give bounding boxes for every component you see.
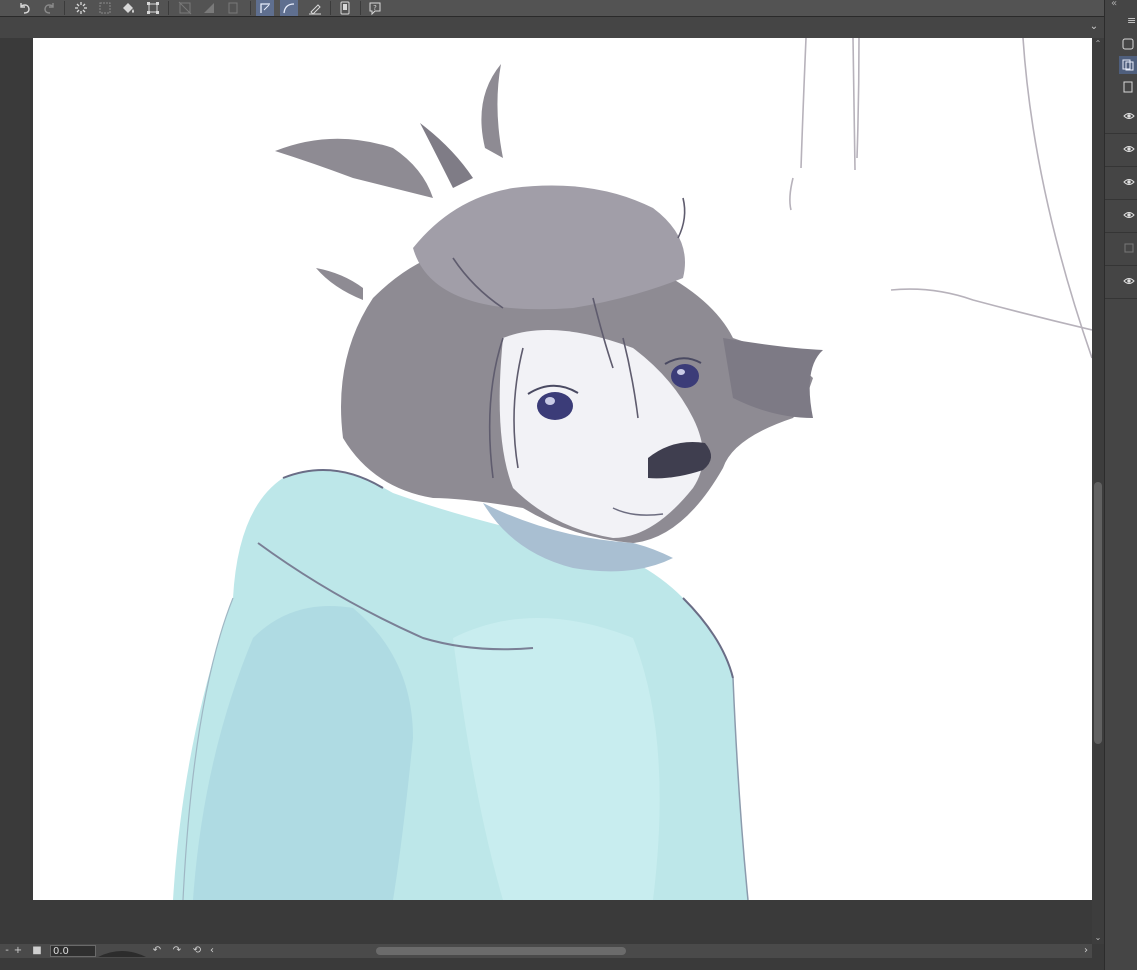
curve-snap-icon[interactable]: [280, 0, 298, 16]
character-illustration: [173, 38, 1092, 900]
layer-row[interactable]: [1105, 134, 1137, 167]
undo-icon[interactable]: [16, 0, 34, 16]
transform-icon[interactable]: [144, 0, 162, 16]
horizontal-scrollbar[interactable]: [220, 946, 1080, 956]
eye-icon[interactable]: [1123, 210, 1135, 220]
layer-row[interactable]: [1105, 266, 1137, 299]
navigator-status-bar: - + ■ 0.0 ↶ ↷ ⟲ ‹ ›: [0, 944, 1092, 958]
zoom-slider[interactable]: [98, 945, 146, 957]
scroll-right-icon[interactable]: ›: [1080, 944, 1092, 958]
chevron-down-icon[interactable]: ⌄: [1088, 20, 1100, 34]
zoom-in-button[interactable]: +: [12, 944, 24, 958]
command-bar: ?: [0, 0, 1104, 17]
stop-button[interactable]: ■: [30, 944, 44, 958]
canvas-viewport[interactable]: [0, 38, 1092, 944]
canvas-tab-bar: ⌄: [0, 17, 1104, 38]
layer-copy-icon[interactable]: [1119, 56, 1137, 74]
scroll-left-icon[interactable]: ‹: [206, 944, 218, 958]
device-icon[interactable]: [336, 0, 354, 16]
redo-icon[interactable]: [40, 0, 58, 16]
ruler-snap-icon[interactable]: [256, 0, 274, 16]
bottom-strip: [0, 958, 1104, 970]
eye-icon[interactable]: [1123, 276, 1135, 286]
help-icon[interactable]: ?: [366, 0, 384, 16]
hidden-eye-icon[interactable]: [1123, 243, 1135, 253]
eye-icon[interactable]: [1123, 177, 1135, 187]
eye-icon[interactable]: [1123, 111, 1135, 121]
selection-clear-icon[interactable]: [96, 0, 114, 16]
layer-row[interactable]: [1105, 167, 1137, 200]
drawing-canvas[interactable]: [33, 38, 1092, 900]
layer-panel: « ≡: [1104, 0, 1137, 970]
pen-icon[interactable]: [306, 0, 324, 16]
rotation-field[interactable]: 0.0: [50, 945, 96, 957]
rotate-left-button[interactable]: ↶: [150, 944, 164, 958]
reset-rotation-button[interactable]: ⟲: [190, 944, 204, 958]
fill-icon[interactable]: [120, 0, 138, 16]
layer-icon[interactable]: [224, 0, 242, 16]
layer-row[interactable]: [1105, 101, 1137, 134]
crop-icon[interactable]: [176, 0, 194, 16]
layer-row[interactable]: [1105, 200, 1137, 233]
mask-icon[interactable]: [200, 0, 218, 16]
layer-row[interactable]: [1105, 233, 1137, 266]
zoom-out-button[interactable]: -: [2, 944, 12, 958]
vertical-scroll-thumb[interactable]: [1094, 482, 1102, 744]
eye-icon[interactable]: [1123, 144, 1135, 154]
panel-menu-icon[interactable]: ≡: [1127, 14, 1136, 27]
layer-mode-icon[interactable]: [1119, 35, 1137, 53]
scroll-down-icon[interactable]: ⌄: [1092, 932, 1104, 944]
horizontal-scroll-thumb[interactable]: [376, 947, 626, 955]
layer-page-icon[interactable]: [1119, 78, 1137, 96]
scroll-up-icon[interactable]: ⌃: [1092, 38, 1104, 50]
rotate-right-button[interactable]: ↷: [170, 944, 184, 958]
vertical-scrollbar[interactable]: ⌃ ⌄: [1092, 38, 1104, 944]
loading-icon[interactable]: [72, 0, 90, 16]
svg-text:?: ?: [373, 4, 377, 12]
collapse-panel-icon[interactable]: «: [1111, 0, 1117, 9]
